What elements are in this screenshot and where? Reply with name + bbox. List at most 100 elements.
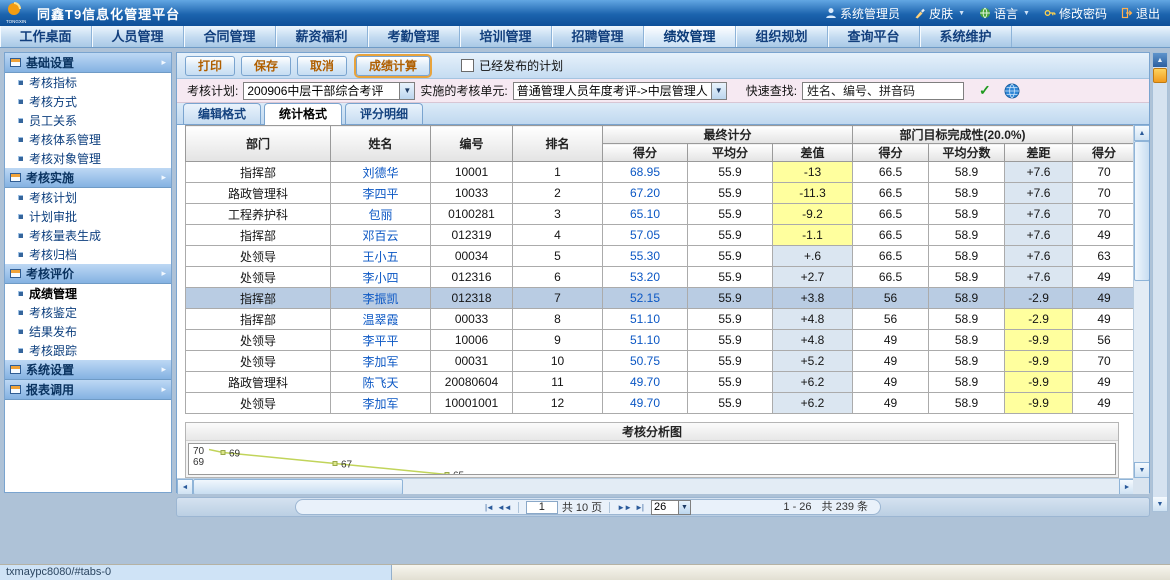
menu-tab-system-maintenance[interactable]: 系统维护 [920, 26, 1012, 47]
sidebar-item-3-4[interactable]: 考核跟踪 [5, 341, 171, 360]
scroll-up-icon[interactable]: ▲ [1134, 125, 1149, 141]
scroll-down-icon[interactable]: ▼ [1153, 497, 1167, 511]
menu-tab-attendance[interactable]: 考勤管理 [368, 26, 460, 47]
menu-tab-recruitment[interactable]: 招聘管理 [552, 26, 644, 47]
language-menu[interactable]: 语言 ▼ [979, 5, 1030, 22]
logout[interactable]: 退出 [1121, 5, 1160, 22]
sidebar-item-3-2[interactable]: 考核鉴定 [5, 303, 171, 322]
table-row[interactable]: 处领导李平平10006951.1055.9+4.84958.9-9.956 [186, 330, 1136, 351]
table-row[interactable]: 路政管理科陈飞天200806041149.7055.9+6.24958.9-9.… [186, 372, 1136, 393]
confirm-icon[interactable]: ✓ [979, 82, 991, 99]
sidebar-item-1-4[interactable]: 考核体系管理 [5, 130, 171, 149]
record-range-label: 1 - 26 [783, 500, 811, 515]
sidebar-group-label: 报表调用 [26, 381, 156, 398]
sidebar-item-2-4[interactable]: 考核归档 [5, 245, 171, 264]
table-row[interactable]: 指挥部邓百云012319457.0555.9-1.166.558.9+7.649 [186, 225, 1136, 246]
page-size-select[interactable]: 26 ▼ [651, 500, 691, 515]
change-password[interactable]: 修改密码 [1044, 5, 1107, 22]
menu-tab-personnel[interactable]: 人员管理 [92, 26, 184, 47]
table-row[interactable]: 处领导李加军000311050.7555.9+5.24958.9-9.970 [186, 351, 1136, 372]
menu-tab-salary-welfare[interactable]: 薪资福利 [276, 26, 368, 47]
cell-dept: 工程养护科 [186, 204, 331, 225]
table-row[interactable]: 处领导王小五00034555.3055.9+.666.558.9+7.663 [186, 246, 1136, 267]
table-row[interactable]: 指挥部李振凯012318752.1555.9+3.85658.9-2.949 [186, 288, 1136, 309]
cell-code: 012318 [431, 288, 513, 309]
cell-name: 邓百云 [331, 225, 431, 246]
calculate-score-button[interactable]: 成绩计算 [356, 56, 430, 76]
dropdown-arrow-icon[interactable]: ▼ [711, 83, 726, 99]
unit-select[interactable]: 普通管理人员年度考评->中层管理人 ▼ [513, 82, 727, 100]
sidebar-item-2-1[interactable]: 考核计划 [5, 188, 171, 207]
dropdown-arrow-icon[interactable]: ▼ [399, 83, 414, 99]
cancel-button[interactable]: 取消 [297, 56, 347, 76]
table-row[interactable]: 处领导李小四012316653.2055.9+2.766.558.9+7.649 [186, 267, 1136, 288]
sidebar-item-2-2[interactable]: 计划审批 [5, 207, 171, 226]
page-number-input[interactable] [526, 501, 558, 514]
tab-statistics-format[interactable]: 统计格式 [264, 103, 342, 125]
sidebar-item-label: 考核计划 [29, 189, 77, 206]
cell-final-avg: 55.9 [688, 330, 773, 351]
sidebar-item-1-1[interactable]: 考核指标 [5, 73, 171, 92]
sidebar-item-1-5[interactable]: 考核对象管理 [5, 149, 171, 168]
menu-tab-performance[interactable]: 绩效管理 [644, 26, 736, 47]
table-row[interactable]: 指挥部温翠霞00033851.1055.9+4.85658.9-2.949 [186, 309, 1136, 330]
current-user[interactable]: 系统管理员 [825, 5, 900, 22]
page-vertical-scrollbar[interactable]: ▲ ▼ [1152, 52, 1168, 512]
dropdown-arrow-icon[interactable]: ▼ [678, 501, 690, 514]
vertical-scrollbar-thumb[interactable] [1134, 141, 1149, 281]
last-page-button[interactable]: ►| [635, 503, 643, 512]
search-globe-icon[interactable] [1004, 83, 1020, 99]
skin-label: 皮肤 [929, 5, 953, 22]
menu-tab-contract[interactable]: 合同管理 [184, 26, 276, 47]
skin-menu[interactable]: 皮肤 ▼ [914, 5, 965, 22]
sidebar-group-3[interactable]: 考核评价▸ [5, 264, 171, 284]
titlebar-actions: 系统管理员 皮肤 ▼ 语言 ▼ 修改密码 退出 [825, 5, 1160, 22]
sidebar-group-5[interactable]: 报表调用▸ [5, 380, 171, 400]
change-password-label: 修改密码 [1059, 5, 1107, 22]
sidebar-group-4[interactable]: 系统设置▸ [5, 360, 171, 380]
sidebar-item-3-3[interactable]: 结果发布 [5, 322, 171, 341]
page-scrollbar-thumb[interactable] [1153, 68, 1167, 83]
horizontal-scrollbar-thumb[interactable] [193, 479, 403, 494]
cell-final-score: 55.30 [603, 246, 688, 267]
sidebar-item-label: 考核鉴定 [29, 304, 77, 321]
next-page-button[interactable]: ►► [617, 503, 631, 512]
cell-name: 温翠霞 [331, 309, 431, 330]
tab-edit-format[interactable]: 编辑格式 [183, 103, 261, 124]
column-header-1: 部门 [186, 126, 331, 162]
cell-final-diff: -13 [773, 162, 853, 183]
table-row[interactable]: 工程养护科包丽0100281365.1055.9-9.266.558.9+7.6… [186, 204, 1136, 225]
menu-tab-org-planning[interactable]: 组织规划 [736, 26, 828, 47]
quick-find-input[interactable] [802, 82, 964, 100]
table-horizontal-scrollbar[interactable]: ◄ ► [177, 478, 1135, 494]
plan-select[interactable]: 200906中层干部综合考评 ▼ [243, 82, 415, 100]
cell-dept-diff: -9.9 [1005, 393, 1073, 414]
sidebar-item-2-3[interactable]: 考核量表生成 [5, 226, 171, 245]
sidebar-group-2[interactable]: 考核实施▸ [5, 168, 171, 188]
menu-tab-query-platform[interactable]: 查询平台 [828, 26, 920, 47]
cell-final-diff: -11.3 [773, 183, 853, 204]
sidebar-group-1[interactable]: 基础设置▸ [5, 53, 171, 73]
svg-text:69: 69 [229, 449, 241, 460]
save-button[interactable]: 保存 [241, 56, 291, 76]
table-row[interactable]: 指挥部刘德华10001168.9555.9-1366.558.9+7.670 [186, 162, 1136, 183]
sidebar-item-1-3[interactable]: 员工关系 [5, 111, 171, 130]
scroll-up-icon[interactable]: ▲ [1153, 53, 1167, 67]
sidebar-item-3-1[interactable]: 成绩管理 [5, 284, 171, 303]
sidebar-item-1-2[interactable]: 考核方式 [5, 92, 171, 111]
print-button[interactable]: 打印 [185, 56, 235, 76]
tab-score-detail[interactable]: 评分明细 [345, 103, 423, 124]
cell-final-avg: 55.9 [688, 372, 773, 393]
first-page-button[interactable]: |◄ [485, 503, 493, 512]
menu-tab-work-desktop[interactable]: 工作桌面 [0, 26, 92, 47]
scroll-left-icon[interactable]: ◄ [177, 479, 193, 494]
table-vertical-scrollbar[interactable]: ▲ ▼ [1133, 125, 1149, 478]
prev-page-button[interactable]: ◄◄ [497, 503, 511, 512]
scroll-down-icon[interactable]: ▼ [1134, 462, 1149, 478]
published-plans-checkbox[interactable] [461, 59, 474, 72]
cell-name: 李四平 [331, 183, 431, 204]
table-row[interactable]: 处领导李加军100010011249.7055.9+6.24958.9-9.94… [186, 393, 1136, 414]
item-bullet-icon [18, 214, 23, 219]
table-row[interactable]: 路政管理科李四平10033267.2055.9-11.366.558.9+7.6… [186, 183, 1136, 204]
menu-tab-training[interactable]: 培训管理 [460, 26, 552, 47]
